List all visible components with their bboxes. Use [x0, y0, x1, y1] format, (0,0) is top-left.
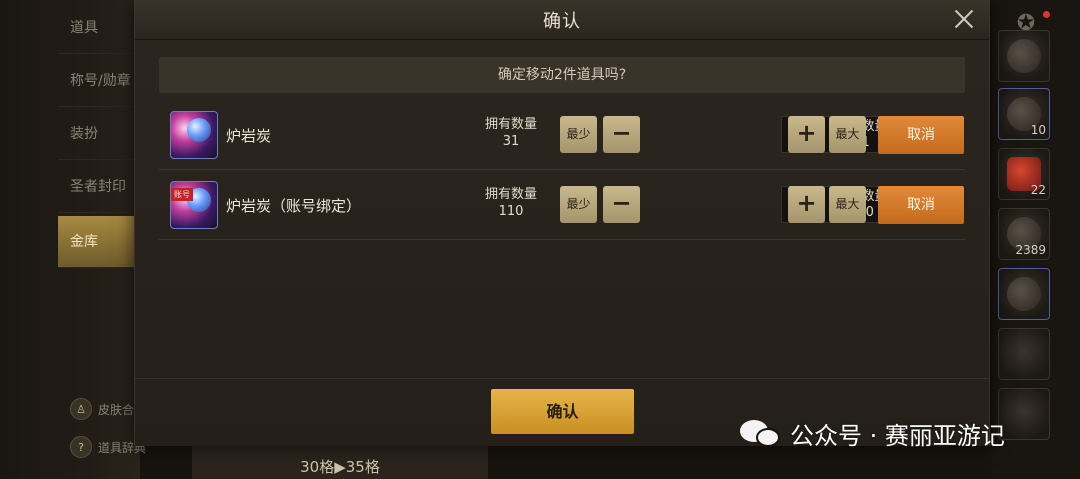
item-name: 炉岩炭	[226, 127, 272, 145]
inventory-slot[interactable]: 10	[998, 88, 1050, 140]
watermark: 公众号 · 赛丽亚游记	[740, 415, 1005, 451]
dialog-divider	[135, 378, 989, 379]
skin-icon: ♙	[70, 398, 92, 420]
slot-qty: 2389	[1015, 243, 1046, 257]
confirm-dialog: 确认 确定移动2件道具吗? 炉岩炭 拥有数量 31 最少 − 放入数量 31 +…	[134, 0, 990, 446]
inventory-slot[interactable]	[998, 268, 1050, 320]
max-button[interactable]: 最大	[829, 186, 866, 223]
owned-quantity: 拥有数量 110	[471, 186, 551, 220]
plus-button[interactable]: +	[788, 186, 825, 223]
inventory-slot[interactable]: 2389	[998, 208, 1050, 260]
skin-link-label: 皮肤合	[98, 402, 135, 417]
cancel-item-button[interactable]: 取消	[878, 186, 964, 224]
inventory-slot[interactable]	[998, 388, 1050, 440]
dictionary-icon: ?	[70, 436, 92, 458]
cancel-item-button[interactable]: 取消	[878, 116, 964, 154]
owned-label: 拥有数量	[484, 117, 537, 132]
lava-coal-icon	[170, 111, 218, 159]
dialog-header: 确认	[135, 0, 989, 40]
watermark-text: 公众号 · 赛丽亚游记	[790, 421, 1005, 450]
confirm-question: 确定移动2件道具吗?	[159, 57, 965, 93]
sidebar-item-seals[interactable]: 圣者封印	[58, 161, 138, 213]
skin-link[interactable]: ♙ 皮肤合	[70, 398, 134, 420]
expand-slots-label: 30格▶35格	[300, 458, 380, 476]
sidebar-item-vault[interactable]: 金库	[58, 216, 138, 268]
notification-dot	[1043, 11, 1050, 18]
item-row: 账号 炉岩炭（账号绑定） 拥有数量 110 最少 − 放入数量 110 + 最大…	[159, 170, 965, 240]
slot-qty: 22	[1030, 183, 1046, 197]
expand-slots-button[interactable]: 30格▶35格	[192, 444, 488, 479]
item-row: 炉岩炭 拥有数量 31 最少 − 放入数量 31 + 最大 取消	[159, 100, 965, 170]
inventory-slot[interactable]	[998, 30, 1050, 82]
owned-label: 拥有数量	[484, 187, 537, 202]
lava-coal-bound-icon: 账号	[170, 181, 218, 229]
wechat-icon	[740, 418, 782, 448]
sidebar-item-outfits[interactable]: 装扮	[58, 108, 138, 160]
max-button[interactable]: 最大	[829, 116, 866, 153]
inventory-slot[interactable]	[998, 328, 1050, 380]
bound-tag: 账号	[171, 188, 193, 201]
item-name: 炉岩炭（账号绑定）	[226, 197, 362, 215]
confirm-button[interactable]: 确认	[491, 389, 634, 434]
inventory-slot[interactable]: 22	[998, 148, 1050, 200]
owned-quantity: 拥有数量 31	[471, 116, 551, 150]
min-button[interactable]: 最少	[560, 116, 597, 153]
owned-value: 110	[498, 204, 524, 219]
plus-button[interactable]: +	[788, 116, 825, 153]
sidebar-item-titles[interactable]: 称号/勋章	[58, 55, 138, 107]
slot-qty: 10	[1030, 123, 1046, 137]
minus-button[interactable]: −	[603, 116, 640, 153]
close-icon[interactable]	[951, 6, 977, 32]
min-button[interactable]: 最少	[560, 186, 597, 223]
owned-value: 31	[502, 134, 520, 149]
dialog-title: 确认	[543, 11, 581, 32]
sidebar-item-items[interactable]: 道具	[58, 2, 138, 54]
minus-button[interactable]: −	[603, 186, 640, 223]
